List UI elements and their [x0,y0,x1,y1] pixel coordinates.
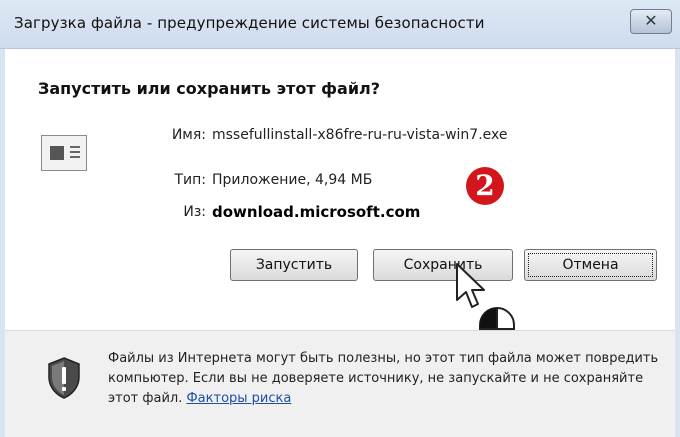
security-footer: Файлы из Интернета могут быть полезны, н… [5,331,675,437]
title-bar[interactable]: Загрузка файла - предупреждение системы … [0,0,680,49]
annotation-marker: 2 [466,167,504,205]
save-button[interactable]: Сохранить [373,249,513,281]
file-name-value: mssefullinstall-x86fre-ru-ru-vista-win7.… [212,127,508,143]
window-title: Загрузка файла - предупреждение системы … [14,14,485,32]
dialog-question: Запустить или сохранить этот файл? [38,79,381,98]
dialog-content: Запустить или сохранить этот файл? Имя: … [5,49,675,335]
run-button[interactable]: Запустить [230,249,358,281]
cancel-button[interactable]: Отмена [524,249,657,281]
file-type-value: Приложение, 4,94 МБ [212,172,373,188]
from-label: Из: [183,204,206,220]
warning-message: Файлы из Интернета могут быть полезны, н… [108,349,663,409]
shield-warning-icon [48,357,80,399]
close-icon: ✕ [644,11,658,30]
type-label: Тип: [174,172,206,188]
application-file-icon [41,135,87,171]
source-domain-value: download.microsoft.com [212,203,421,221]
annotation-number: 2 [475,169,495,202]
risk-factors-link[interactable]: Факторы риска [186,391,291,406]
name-label: Имя: [171,127,206,143]
close-button[interactable]: ✕ [630,9,672,34]
